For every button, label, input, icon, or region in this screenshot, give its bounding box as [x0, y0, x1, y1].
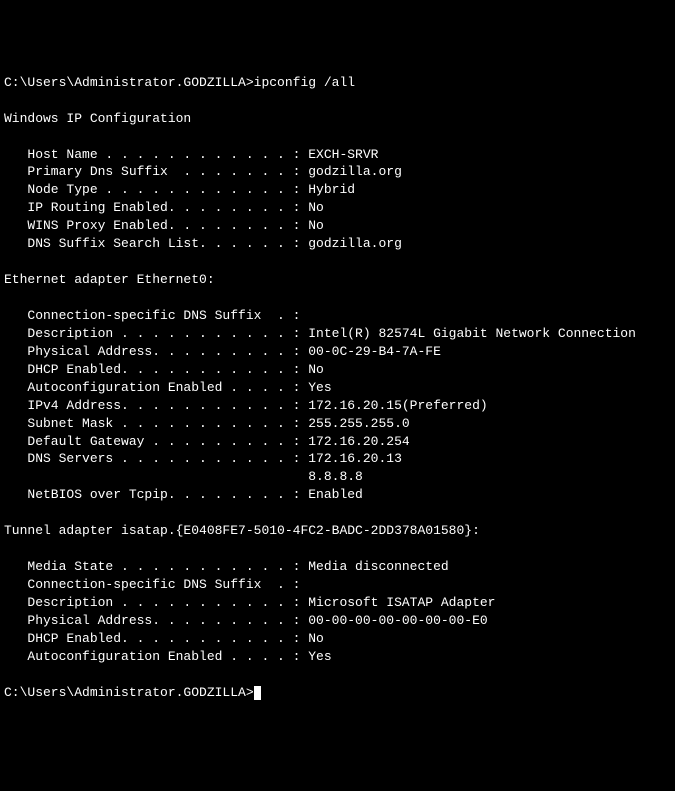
- adapter-line: DNS Servers . . . . . . . . . . . : 172.…: [4, 451, 402, 466]
- terminal-window[interactable]: C:\Users\Administrator.GODZILLA>ipconfig…: [4, 74, 671, 702]
- adapter-line: Autoconfiguration Enabled . . . . : Yes: [4, 649, 332, 664]
- adapter-line: IPv4 Address. . . . . . . . . . . : 172.…: [4, 398, 488, 413]
- adapter-line: Physical Address. . . . . . . . . : 00-0…: [4, 344, 441, 359]
- config-line: IP Routing Enabled. . . . . . . . : No: [4, 200, 324, 215]
- adapter-line: Description . . . . . . . . . . . : Inte…: [4, 326, 636, 341]
- adapter-line: DHCP Enabled. . . . . . . . . . . : No: [4, 631, 324, 646]
- adapter-line: Connection-specific DNS Suffix . :: [4, 577, 300, 592]
- config-line: Node Type . . . . . . . . . . . . : Hybr…: [4, 182, 355, 197]
- config-line: Host Name . . . . . . . . . . . . : EXCH…: [4, 147, 378, 162]
- adapter-line: Subnet Mask . . . . . . . . . . . : 255.…: [4, 416, 410, 431]
- adapter-header: Ethernet adapter Ethernet0:: [4, 272, 215, 287]
- prompt-path: C:\Users\Administrator.GODZILLA>: [4, 685, 254, 700]
- adapter-line: Connection-specific DNS Suffix . :: [4, 308, 300, 323]
- adapter-header: Tunnel adapter isatap.{E0408FE7-5010-4FC…: [4, 523, 480, 538]
- adapter-line: Default Gateway . . . . . . . . . : 172.…: [4, 434, 410, 449]
- config-line: WINS Proxy Enabled. . . . . . . . : No: [4, 218, 324, 233]
- adapter-line: Autoconfiguration Enabled . . . . : Yes: [4, 380, 332, 395]
- adapter-line: Physical Address. . . . . . . . . : 00-0…: [4, 613, 488, 628]
- config-line: DNS Suffix Search List. . . . . . : godz…: [4, 236, 402, 251]
- prompt-path: C:\Users\Administrator.GODZILLA>: [4, 75, 254, 90]
- adapter-line: NetBIOS over Tcpip. . . . . . . . : Enab…: [4, 487, 363, 502]
- cursor-icon: [254, 686, 261, 700]
- command-text: ipconfig /all: [254, 75, 355, 90]
- adapter-line: DHCP Enabled. . . . . . . . . . . : No: [4, 362, 324, 377]
- section-header: Windows IP Configuration: [4, 111, 191, 126]
- adapter-line: Description . . . . . . . . . . . : Micr…: [4, 595, 495, 610]
- adapter-line: 8.8.8.8: [4, 469, 363, 484]
- config-line: Primary Dns Suffix . . . . . . . : godzi…: [4, 164, 402, 179]
